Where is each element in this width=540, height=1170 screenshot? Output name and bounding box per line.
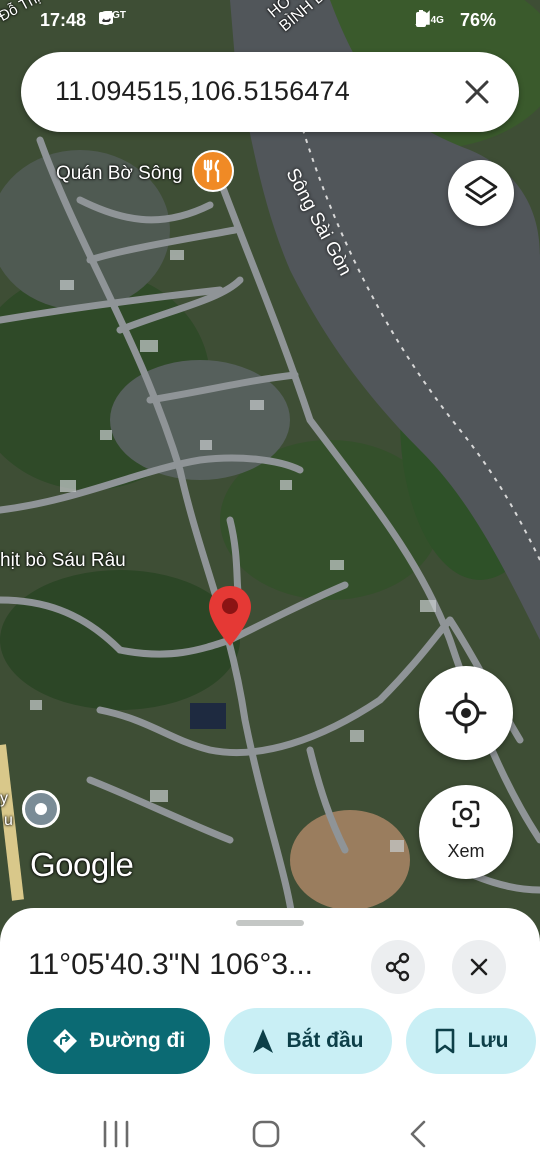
my-location-icon	[445, 692, 487, 734]
map-view[interactable]: 17:48 TGT 4G 76% HỒ BÌNH Quán Bờ Sông Sô…	[0, 0, 540, 940]
camera-lens-icon	[452, 800, 480, 828]
status-left-icons: TGT	[98, 10, 134, 25]
battery-level: 76%	[459, 10, 496, 30]
saved-place-pin[interactable]	[22, 790, 60, 828]
layers-icon	[464, 175, 498, 206]
search-query[interactable]: 11.094515,106.5156474	[55, 76, 350, 107]
status-right-icons: 4G 76%	[414, 10, 504, 31]
fork-knife-icon	[203, 159, 220, 183]
google-watermark: Google	[30, 846, 134, 883]
share-button[interactable]	[371, 940, 425, 994]
map-label-restaurant[interactable]: Quán Bờ Sông	[56, 163, 183, 185]
lens-view-button[interactable]: Xem	[419, 785, 513, 879]
search-bar[interactable]: 11.094515,106.5156474	[21, 52, 519, 132]
google-maps-screen: 17:48 TGT 4G 76% HỒ BÌNH Quán Bờ Sông Sô…	[0, 0, 540, 1170]
system-nav-bar	[0, 1092, 540, 1170]
place-icon	[35, 803, 47, 815]
status-time: 17:48	[40, 10, 87, 30]
restaurant-poi[interactable]	[192, 150, 234, 192]
save-button[interactable]: Lưu	[406, 1008, 536, 1074]
map-pin-icon	[209, 586, 251, 646]
dropped-pin[interactable]	[206, 584, 254, 648]
directions-icon	[52, 1029, 77, 1053]
map-label-partial-2: u	[4, 812, 13, 829]
4g-icon: 4G	[430, 15, 444, 26]
layers-button[interactable]	[448, 160, 514, 226]
save-label: Lưu	[467, 1029, 509, 1052]
map-label-partial-1: y	[0, 790, 8, 807]
home-button[interactable]	[246, 1114, 286, 1154]
back-button[interactable]	[398, 1114, 438, 1154]
coordinates-title: 11°05'40.3"N 106°3...	[28, 948, 314, 981]
share-icon	[385, 952, 410, 982]
start-label: Bắt đầu	[286, 1029, 364, 1052]
recent-apps-icon	[103, 1120, 129, 1148]
lens-view-label: Xem	[447, 841, 485, 861]
home-icon	[252, 1120, 280, 1148]
close-icon	[470, 958, 488, 976]
close-icon	[465, 80, 489, 104]
directions-label: Đường đi	[89, 1029, 186, 1052]
recent-apps-button[interactable]	[96, 1114, 136, 1154]
map-label-beef-shop[interactable]: hịt bò Sáu Râu	[0, 550, 126, 572]
drag-handle[interactable]	[236, 920, 304, 926]
start-navigation-button[interactable]: Bắt đầu	[224, 1008, 392, 1074]
close-sheet-button[interactable]	[452, 940, 506, 994]
bookmark-icon	[435, 1028, 454, 1054]
my-location-button[interactable]	[419, 666, 513, 760]
back-icon	[410, 1120, 426, 1148]
clear-search-button[interactable]	[455, 70, 499, 114]
navigation-arrow-icon	[253, 1029, 274, 1053]
directions-button[interactable]: Đường đi	[27, 1008, 210, 1074]
